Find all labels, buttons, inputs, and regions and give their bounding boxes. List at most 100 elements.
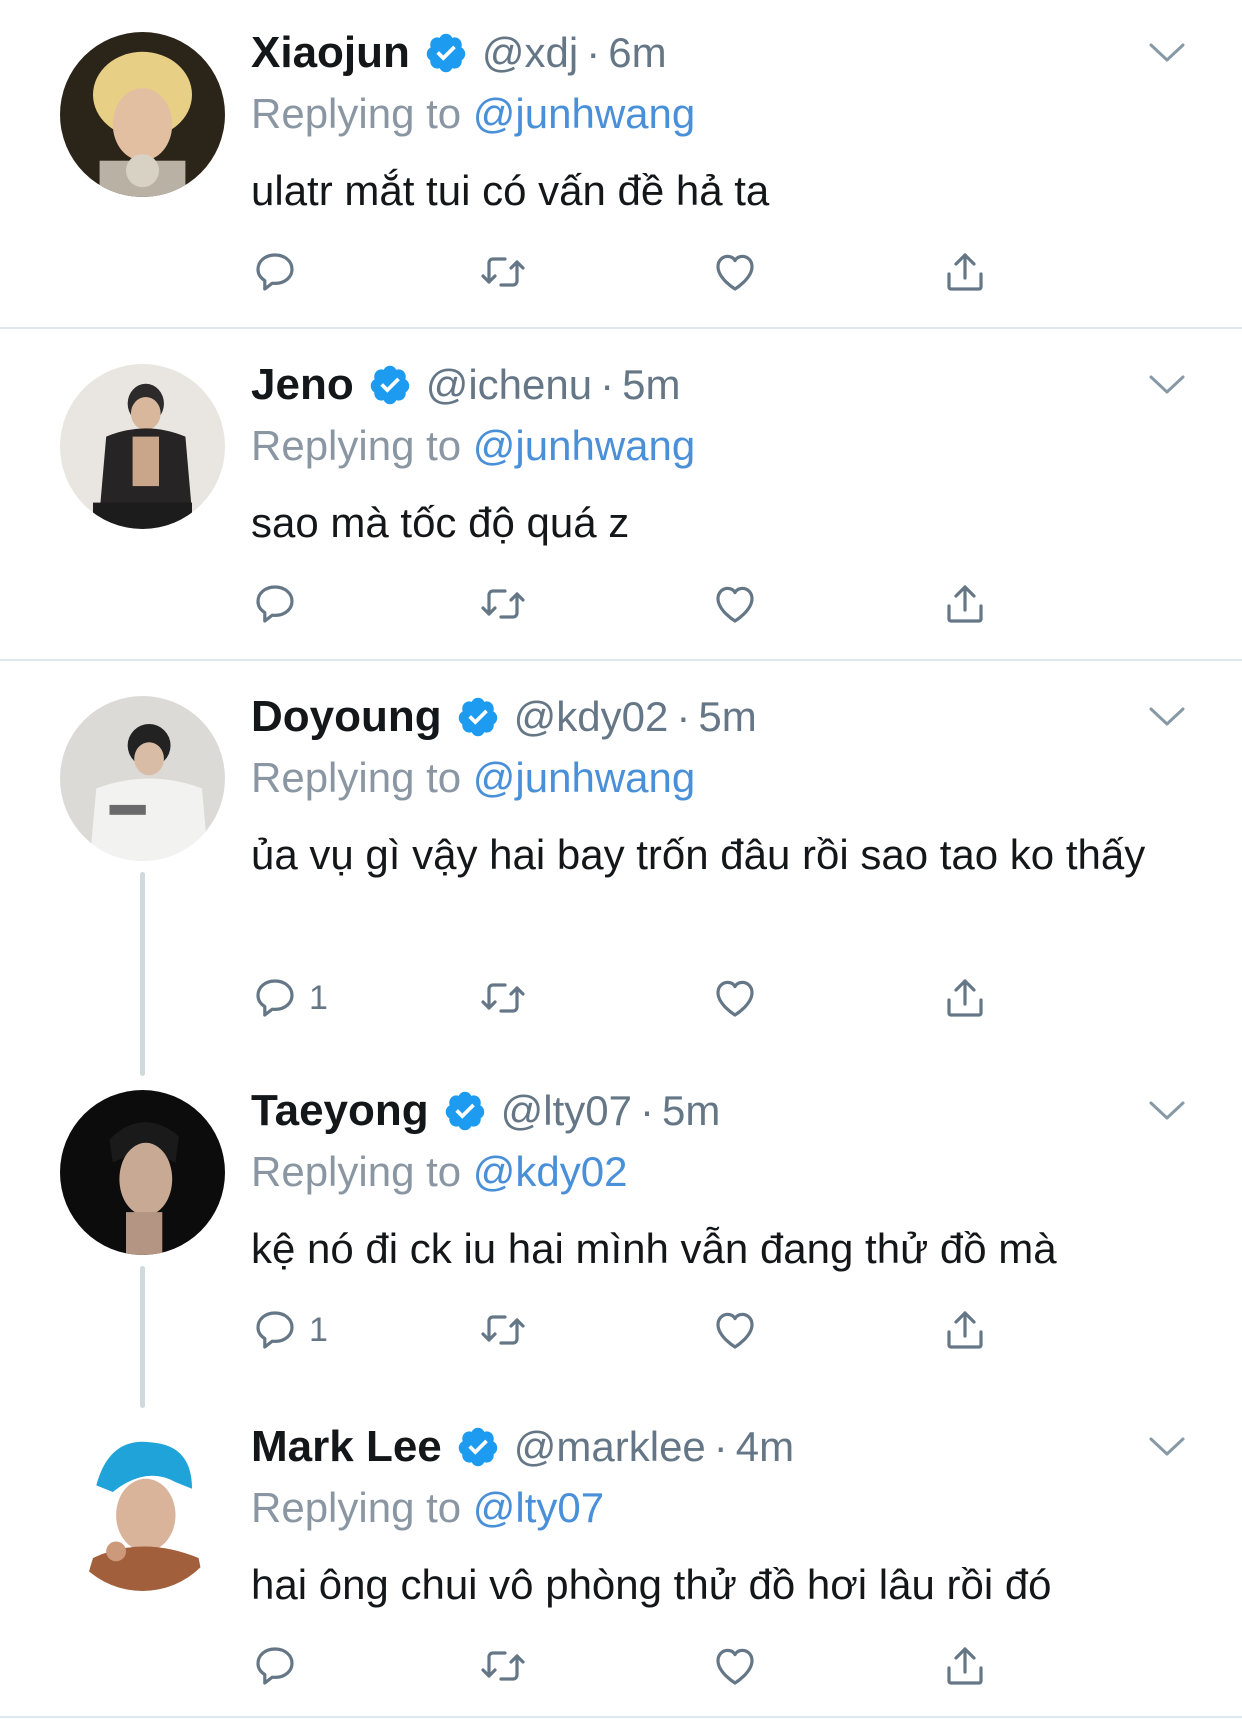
- verified-badge-icon: [456, 695, 500, 739]
- chevron-down-icon[interactable]: [1148, 1435, 1186, 1459]
- share-button[interactable]: [941, 1638, 989, 1694]
- like-button[interactable]: [711, 244, 759, 300]
- tweet-text: ulatr mắt tui có vấn đề hả ta: [251, 167, 770, 214]
- handle[interactable]: @kdy02: [514, 693, 669, 741]
- reply-icon: [251, 1642, 299, 1690]
- tweet-actions: 1: [251, 970, 1011, 1026]
- reply-count: 1: [309, 978, 328, 1017]
- tweet-text: ủa vụ gì vậy hai bay trốn đâu rồi sao ta…: [251, 831, 1146, 878]
- chevron-down-icon[interactable]: [1148, 705, 1186, 729]
- replying-to-handle-link[interactable]: @junhwang: [473, 90, 695, 137]
- timestamp[interactable]: 5m: [662, 1087, 720, 1135]
- display-name[interactable]: Taeyong: [251, 1086, 429, 1136]
- separator-dot: ·: [676, 693, 691, 740]
- handle[interactable]: @xdj: [482, 29, 578, 77]
- avatar[interactable]: [60, 1090, 225, 1255]
- tweet[interactable]: Doyoung @kdy02 · 5m Replying to @junhwan…: [0, 662, 1242, 1062]
- retweet-icon: [479, 974, 527, 1022]
- tweet-text: kệ nó đi ck iu hai mình vẫn đang thử đồ …: [251, 1225, 1057, 1272]
- reply-button[interactable]: [251, 1638, 309, 1694]
- share-button[interactable]: [941, 1302, 989, 1358]
- replying-to-handle-link[interactable]: @lty07: [473, 1484, 604, 1531]
- tweet-text: hai ông chui vô phòng thử đồ hơi lâu rồi…: [251, 1561, 1052, 1608]
- reply-button[interactable]: [251, 576, 309, 632]
- chevron-down-icon[interactable]: [1148, 373, 1186, 397]
- replying-to-handle-link[interactable]: @junhwang: [473, 754, 695, 801]
- replying-to-handle-link[interactable]: @junhwang: [473, 422, 695, 469]
- verified-badge-icon: [443, 1089, 487, 1133]
- timestamp[interactable]: 5m: [622, 361, 680, 409]
- replying-to-label: Replying to: [251, 422, 462, 469]
- like-icon: [711, 1306, 759, 1354]
- avatar[interactable]: [60, 696, 225, 861]
- verified-badge-icon: [424, 31, 468, 75]
- share-icon: [941, 1306, 989, 1354]
- tweet[interactable]: Taeyong @lty07 · 5m Replying to @kdy02 k…: [0, 1062, 1242, 1394]
- tweet-actions: 1: [251, 1302, 1011, 1358]
- tweet-actions: [251, 1638, 1011, 1694]
- divider: [0, 659, 1242, 661]
- share-icon: [941, 1642, 989, 1690]
- like-button[interactable]: [711, 576, 759, 632]
- avatar[interactable]: [60, 1426, 225, 1591]
- replying-to-handle-link[interactable]: @kdy02: [473, 1148, 628, 1195]
- divider: [0, 1716, 1242, 1718]
- display-name[interactable]: Doyoung: [251, 692, 442, 742]
- handle[interactable]: @marklee: [514, 1423, 706, 1471]
- share-icon: [941, 580, 989, 628]
- timestamp[interactable]: 4m: [736, 1423, 794, 1471]
- like-icon: [711, 974, 759, 1022]
- reply-icon: [251, 1306, 299, 1354]
- reply-button[interactable]: [251, 244, 309, 300]
- share-button[interactable]: [941, 244, 989, 300]
- retweet-icon: [479, 1642, 527, 1690]
- display-name[interactable]: Jeno: [251, 360, 354, 410]
- retweet-icon: [479, 580, 527, 628]
- replying-to: Replying to @junhwang: [251, 422, 695, 470]
- separator-dot: ·: [713, 1423, 728, 1470]
- replying-to-label: Replying to: [251, 1484, 462, 1531]
- retweet-button[interactable]: [479, 1638, 527, 1694]
- display-name[interactable]: Xiaojun: [251, 28, 410, 78]
- replying-to: Replying to @lty07: [251, 1484, 604, 1532]
- separator-dot: ·: [586, 29, 601, 76]
- tweet-actions: [251, 576, 1011, 632]
- retweet-button[interactable]: [479, 244, 527, 300]
- like-icon: [711, 1642, 759, 1690]
- separator-dot: ·: [640, 1087, 655, 1134]
- like-icon: [711, 248, 759, 296]
- like-button[interactable]: [711, 1638, 759, 1694]
- timestamp[interactable]: 6m: [608, 29, 666, 77]
- handle[interactable]: @lty07: [501, 1087, 632, 1135]
- timestamp[interactable]: 5m: [698, 693, 756, 741]
- reply-button[interactable]: 1: [251, 1302, 328, 1358]
- retweet-button[interactable]: [479, 970, 527, 1026]
- share-button[interactable]: [941, 970, 989, 1026]
- like-button[interactable]: [711, 1302, 759, 1358]
- retweet-icon: [479, 1306, 527, 1354]
- reply-icon: [251, 974, 299, 1022]
- retweet-button[interactable]: [479, 1302, 527, 1358]
- avatar[interactable]: [60, 364, 225, 529]
- avatar[interactable]: [60, 32, 225, 197]
- replying-to-label: Replying to: [251, 90, 462, 137]
- tweet[interactable]: Jeno @ichenu · 5m Replying to @junhwang …: [0, 330, 1242, 660]
- tweet[interactable]: Xiaojun @xdj · 6m Replying to @junhwang …: [0, 0, 1242, 328]
- tweet[interactable]: Mark Lee @marklee · 4m Replying to @lty0…: [0, 1394, 1242, 1719]
- display-name[interactable]: Mark Lee: [251, 1422, 442, 1472]
- verified-badge-icon: [456, 1425, 500, 1469]
- chevron-down-icon[interactable]: [1148, 41, 1186, 65]
- replying-to: Replying to @junhwang: [251, 754, 695, 802]
- chevron-down-icon[interactable]: [1148, 1099, 1186, 1123]
- retweet-button[interactable]: [479, 576, 527, 632]
- separator-dot: ·: [600, 361, 615, 408]
- reply-icon: [251, 248, 299, 296]
- reply-icon: [251, 580, 299, 628]
- share-button[interactable]: [941, 576, 989, 632]
- reply-button[interactable]: 1: [251, 970, 328, 1026]
- like-button[interactable]: [711, 970, 759, 1026]
- share-icon: [941, 974, 989, 1022]
- reply-count: 1: [309, 1310, 328, 1349]
- handle[interactable]: @ichenu: [426, 361, 592, 409]
- like-icon: [711, 580, 759, 628]
